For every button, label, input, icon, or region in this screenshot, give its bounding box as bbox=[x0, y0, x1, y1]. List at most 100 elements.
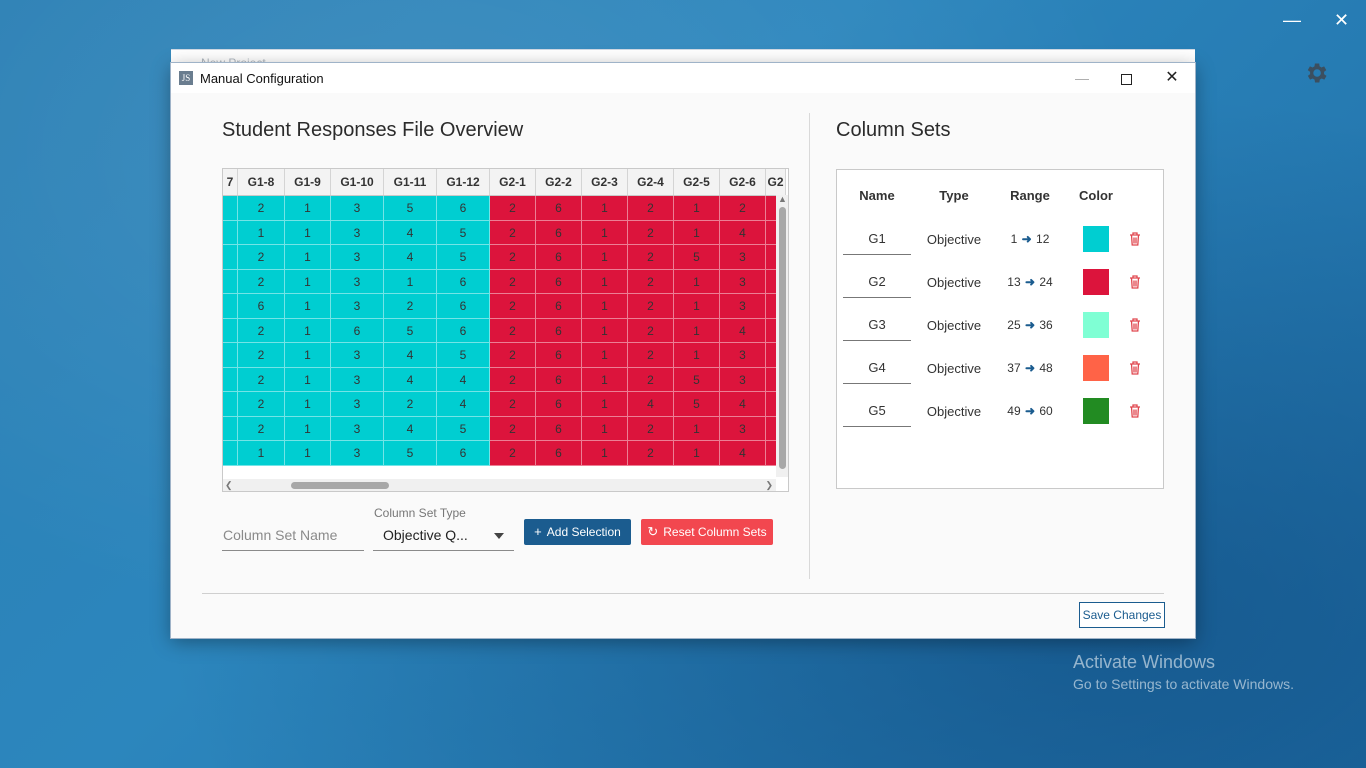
table-cell[interactable]: 4 bbox=[720, 220, 766, 245]
table-cell[interactable]: 2 bbox=[490, 416, 536, 441]
column-header[interactable]: G1-10 bbox=[331, 169, 384, 195]
table-cell[interactable] bbox=[223, 269, 238, 294]
settings-gear-icon[interactable] bbox=[1303, 60, 1329, 86]
table-cell[interactable]: 1 bbox=[285, 367, 331, 392]
table-cell[interactable]: 6 bbox=[536, 245, 582, 270]
table-row[interactable]: 21316261213 bbox=[223, 269, 786, 294]
table-cell[interactable]: 1 bbox=[582, 441, 628, 466]
column-set-name-field[interactable]: G3 bbox=[843, 314, 911, 341]
table-cell[interactable]: 2 bbox=[628, 416, 674, 441]
trash-icon[interactable] bbox=[1127, 273, 1143, 291]
table-row[interactable]: 21345261213 bbox=[223, 343, 786, 368]
table-cell[interactable]: 2 bbox=[238, 367, 285, 392]
vertical-scrollbar[interactable]: ▲ bbox=[776, 194, 788, 477]
table-cell[interactable]: 3 bbox=[331, 294, 384, 319]
column-header[interactable]: 7 bbox=[223, 169, 238, 195]
table-cell[interactable]: 6 bbox=[331, 318, 384, 343]
table-cell[interactable]: 6 bbox=[437, 318, 490, 343]
table-cell[interactable]: 6 bbox=[536, 392, 582, 417]
table-cell[interactable]: 3 bbox=[331, 416, 384, 441]
table-cell[interactable]: 2 bbox=[490, 196, 536, 221]
table-cell[interactable]: 6 bbox=[536, 343, 582, 368]
column-set-name-field[interactable]: G4 bbox=[843, 357, 911, 384]
table-cell[interactable]: 1 bbox=[582, 343, 628, 368]
table-cell[interactable]: 4 bbox=[437, 367, 490, 392]
vertical-scroll-thumb[interactable] bbox=[779, 207, 786, 469]
table-cell[interactable]: 1 bbox=[674, 343, 720, 368]
table-cell[interactable]: 3 bbox=[331, 367, 384, 392]
table-cell[interactable]: 3 bbox=[331, 220, 384, 245]
column-header[interactable]: G2-6 bbox=[720, 169, 766, 195]
table-cell[interactable]: 1 bbox=[285, 245, 331, 270]
table-cell[interactable]: 2 bbox=[628, 318, 674, 343]
table-cell[interactable]: 1 bbox=[674, 416, 720, 441]
table-cell[interactable]: 3 bbox=[331, 196, 384, 221]
table-cell[interactable]: 2 bbox=[628, 196, 674, 221]
color-swatch[interactable] bbox=[1083, 269, 1109, 295]
table-row[interactable]: 21356261212 bbox=[223, 196, 786, 221]
table-cell[interactable]: 1 bbox=[238, 441, 285, 466]
table-cell[interactable]: 2 bbox=[490, 343, 536, 368]
desktop-minimize-button[interactable]: — bbox=[1283, 10, 1301, 30]
table-cell[interactable]: 3 bbox=[720, 367, 766, 392]
table-cell[interactable]: 2 bbox=[238, 245, 285, 270]
table-cell[interactable] bbox=[223, 294, 238, 319]
table-cell[interactable]: 1 bbox=[582, 392, 628, 417]
table-cell[interactable] bbox=[223, 196, 238, 221]
add-selection-button[interactable]: + Add Selection bbox=[524, 519, 631, 545]
table-cell[interactable]: 6 bbox=[536, 416, 582, 441]
table-cell[interactable]: 2 bbox=[628, 245, 674, 270]
table-cell[interactable]: 2 bbox=[238, 196, 285, 221]
table-cell[interactable]: 6 bbox=[536, 367, 582, 392]
table-cell[interactable]: 3 bbox=[331, 392, 384, 417]
close-button[interactable]: ✕ bbox=[1149, 63, 1195, 93]
reset-column-sets-button[interactable]: ↻ Reset Column Sets bbox=[641, 519, 773, 545]
table-cell[interactable] bbox=[223, 392, 238, 417]
table-cell[interactable]: 5 bbox=[674, 245, 720, 270]
table-row[interactable]: 21344261253 bbox=[223, 367, 786, 392]
column-header[interactable]: G2-4 bbox=[628, 169, 674, 195]
table-cell[interactable]: 3 bbox=[720, 269, 766, 294]
column-header[interactable]: G2-3 bbox=[582, 169, 628, 195]
table-row[interactable]: 21656261214 bbox=[223, 318, 786, 343]
title-bar[interactable]: JS Manual Configuration — ✕ bbox=[171, 63, 1195, 93]
horizontal-scrollbar[interactable]: ❮ ❯ bbox=[223, 479, 776, 491]
table-cell[interactable]: 1 bbox=[285, 294, 331, 319]
table-cell[interactable]: 1 bbox=[674, 318, 720, 343]
table-cell[interactable] bbox=[223, 441, 238, 466]
trash-icon[interactable] bbox=[1127, 359, 1143, 377]
color-swatch[interactable] bbox=[1083, 398, 1109, 424]
table-cell[interactable]: 1 bbox=[674, 441, 720, 466]
column-header[interactable]: G2-5 bbox=[674, 169, 720, 195]
table-cell[interactable]: 2 bbox=[628, 220, 674, 245]
column-header[interactable]: G1-9 bbox=[285, 169, 331, 195]
table-cell[interactable]: 2 bbox=[238, 343, 285, 368]
table-cell[interactable]: 2 bbox=[490, 367, 536, 392]
column-set-name-field[interactable]: G2 bbox=[843, 271, 911, 298]
table-cell[interactable]: 1 bbox=[582, 318, 628, 343]
table-cell[interactable]: 3 bbox=[331, 343, 384, 368]
responses-table[interactable]: 7 G1-8 G1-9 G1-10 G1-11 G1-12 G2-1 G2-2 G2-3 G2-4… bbox=[222, 168, 789, 492]
table-cell[interactable]: 2 bbox=[490, 220, 536, 245]
column-set-name-field[interactable]: G1 bbox=[843, 228, 911, 255]
table-cell[interactable]: 3 bbox=[720, 294, 766, 319]
table-cell[interactable] bbox=[223, 318, 238, 343]
table-cell[interactable]: 5 bbox=[674, 367, 720, 392]
column-header[interactable]: G1-8 bbox=[238, 169, 285, 195]
table-cell[interactable]: 6 bbox=[536, 220, 582, 245]
trash-icon[interactable] bbox=[1127, 402, 1143, 420]
column-header[interactable]: G2 bbox=[766, 169, 786, 195]
table-cell[interactable]: 6 bbox=[437, 441, 490, 466]
minimize-button[interactable]: — bbox=[1059, 63, 1105, 93]
table-cell[interactable] bbox=[223, 245, 238, 270]
save-changes-button[interactable]: Save Changes bbox=[1079, 602, 1165, 628]
table-cell[interactable]: 5 bbox=[437, 416, 490, 441]
table-cell[interactable]: 2 bbox=[490, 245, 536, 270]
table-cell[interactable]: 1 bbox=[285, 343, 331, 368]
table-cell[interactable]: 2 bbox=[628, 367, 674, 392]
table-cell[interactable]: 2 bbox=[628, 294, 674, 319]
table-cell[interactable]: 1 bbox=[238, 220, 285, 245]
maximize-button[interactable] bbox=[1103, 63, 1149, 93]
horizontal-scroll-thumb[interactable] bbox=[291, 482, 389, 489]
table-cell[interactable]: 6 bbox=[437, 269, 490, 294]
